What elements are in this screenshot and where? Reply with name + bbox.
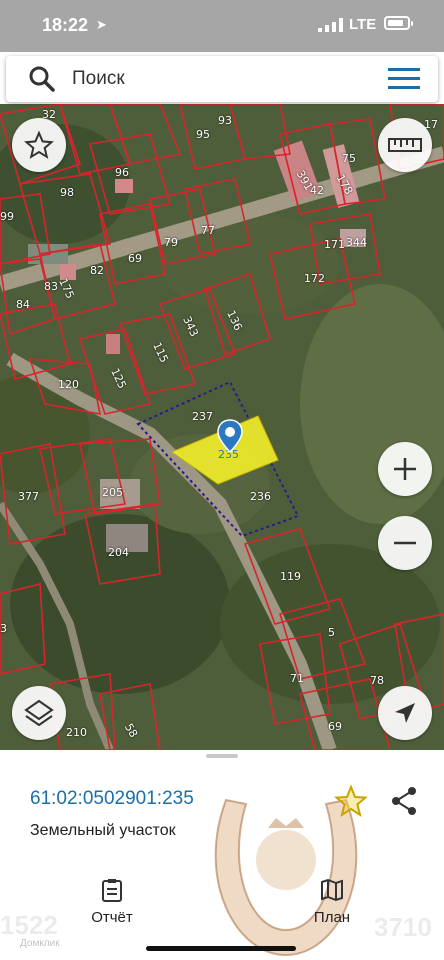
watermark-number: 3710 bbox=[374, 912, 432, 942]
layers-icon bbox=[24, 699, 54, 727]
plot-number: 236 bbox=[250, 490, 271, 503]
parcel-type: Земельный участок bbox=[30, 822, 176, 839]
zoom-in-icon bbox=[394, 458, 416, 480]
search-icon[interactable] bbox=[28, 65, 56, 93]
search-bar[interactable]: Поиск bbox=[6, 56, 438, 102]
plot-number: 172 bbox=[304, 272, 325, 285]
plan-icon bbox=[321, 878, 343, 902]
location-arrow-icon: ➤ bbox=[96, 17, 107, 32]
plot-number: 93 bbox=[218, 114, 232, 127]
plan-button[interactable]: План bbox=[292, 878, 372, 926]
report-button[interactable]: Отчёт bbox=[72, 878, 152, 926]
sheet-handle[interactable] bbox=[206, 754, 238, 758]
zoom-out-button[interactable] bbox=[378, 516, 432, 570]
plan-label: План bbox=[313, 909, 351, 926]
plot-number: 77 bbox=[201, 224, 215, 237]
map-view[interactable]: 32 95 93 17 96 75 98 42 99 79 77 171 344… bbox=[0, 104, 444, 750]
status-bar: 18:22 ➤ LTE bbox=[0, 0, 444, 52]
zoom-out-icon bbox=[394, 541, 416, 545]
plot-number: 98 bbox=[60, 186, 74, 199]
plot-number: 96 bbox=[115, 166, 129, 179]
plot-number: 171 bbox=[324, 238, 345, 251]
star-icon bbox=[24, 130, 54, 159]
parcel-info-sheet: 61:02:0502901:235 Земельный участок Отчё… bbox=[0, 750, 444, 960]
zoom-in-button[interactable] bbox=[378, 442, 432, 496]
home-indicator[interactable] bbox=[146, 946, 296, 951]
location-icon bbox=[395, 703, 415, 723]
my-location-button[interactable] bbox=[378, 686, 432, 740]
plot-number: 119 bbox=[280, 570, 301, 583]
ruler-icon bbox=[388, 138, 422, 152]
plot-number: 3 bbox=[0, 622, 7, 635]
report-label: Отчёт bbox=[91, 909, 133, 926]
plot-number: 75 bbox=[342, 152, 356, 165]
watermark-text: Домклик bbox=[20, 938, 60, 949]
plot-number: 82 bbox=[90, 264, 104, 277]
signal-icon bbox=[318, 18, 343, 32]
plot-number: 204 bbox=[108, 546, 129, 559]
map-pin-icon[interactable] bbox=[216, 418, 244, 454]
plot-number: 5 bbox=[328, 626, 335, 639]
plot-number: 79 bbox=[164, 236, 178, 249]
plot-number: 99 bbox=[0, 210, 14, 223]
plot-number: 210 bbox=[66, 726, 87, 739]
watermark-number: 1522 bbox=[0, 910, 58, 940]
plot-number: 71 bbox=[290, 672, 304, 685]
share-icon[interactable] bbox=[390, 786, 418, 816]
plot-number: 205 bbox=[102, 486, 123, 499]
layers-button[interactable] bbox=[12, 686, 66, 740]
search-input[interactable]: Поиск bbox=[72, 68, 125, 90]
plot-number: 84 bbox=[16, 298, 30, 311]
measure-button[interactable] bbox=[378, 118, 432, 172]
plot-number: 344 bbox=[346, 236, 367, 249]
plot-number: 95 bbox=[196, 128, 210, 141]
plot-number: 120 bbox=[58, 378, 79, 391]
plot-number: 237 bbox=[192, 410, 213, 423]
star-icon[interactable] bbox=[334, 784, 368, 818]
battery-icon bbox=[384, 16, 413, 30]
plot-number: 69 bbox=[128, 252, 142, 265]
cadastral-number[interactable]: 61:02:0502901:235 bbox=[30, 788, 194, 810]
plot-number: 69 bbox=[328, 720, 342, 733]
favorite-button[interactable] bbox=[12, 118, 66, 172]
plot-number: 78 bbox=[370, 674, 384, 687]
plot-number: 377 bbox=[18, 490, 39, 503]
network-type: LTE bbox=[349, 16, 377, 33]
report-icon bbox=[102, 879, 122, 902]
status-time: 18:22 bbox=[42, 15, 89, 35]
menu-icon[interactable] bbox=[388, 68, 420, 90]
